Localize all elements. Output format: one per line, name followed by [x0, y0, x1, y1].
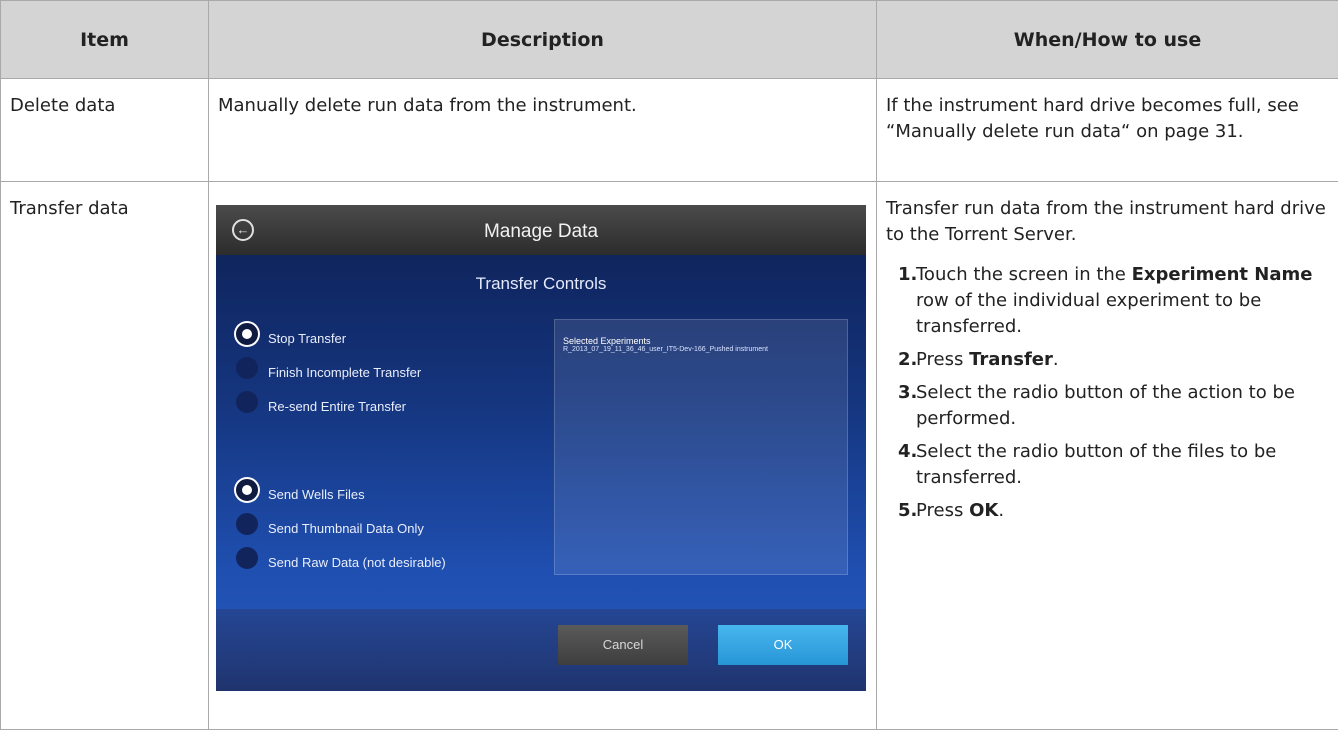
- step-text: Press: [916, 349, 969, 370]
- step-number: 4.: [898, 439, 917, 465]
- transfer-intro: Transfer run data from the instrument ha…: [886, 196, 1329, 248]
- step-bold: Transfer: [969, 349, 1053, 370]
- radio-label: Send Thumbnail Data Only: [268, 516, 424, 542]
- step-bold: OK: [969, 500, 998, 521]
- row-transfer-item: Transfer data: [1, 182, 209, 730]
- transfer-controls-title: Transfer Controls: [216, 271, 866, 297]
- step-text: Select the radio button of the action to…: [916, 382, 1295, 429]
- radio-unselected-icon: [236, 547, 258, 569]
- row-delete-how: If the instrument hard drive becomes ful…: [877, 79, 1338, 182]
- step-bold: Experiment Name: [1132, 264, 1313, 285]
- radio-selected-icon: [236, 323, 258, 345]
- step-text: row of the individual experiment to be t…: [916, 290, 1261, 337]
- table-row: Transfer data ← Manage Data Transfer Con…: [1, 182, 1338, 730]
- row-delete-item: Delete data: [1, 79, 209, 182]
- transfer-steps: 1.Touch the screen in the Experiment Nam…: [886, 262, 1329, 524]
- radio-unselected-icon: [236, 357, 258, 379]
- row-transfer-how: Transfer run data from the instrument ha…: [877, 182, 1338, 730]
- screenshot-title: Manage Data: [216, 219, 866, 245]
- table-row: Delete data Manually delete run data fro…: [1, 79, 1338, 182]
- radio-unselected-icon: [236, 513, 258, 535]
- step-number: 2.: [898, 347, 917, 373]
- manage-data-screenshot: ← Manage Data Transfer Controls Stop Tra…: [216, 205, 866, 691]
- radio-label: Stop Transfer: [268, 326, 346, 352]
- radio-unselected-icon: [236, 391, 258, 413]
- radio-label: Re-send Entire Transfer: [268, 394, 406, 420]
- step-number: 5.: [898, 498, 917, 524]
- radio-label: Send Wells Files: [268, 482, 365, 508]
- list-item: 2.Press Transfer.: [886, 347, 1329, 373]
- reference-table: Item Description When/How to use Delete …: [0, 0, 1338, 730]
- radio-label: Send Raw Data (not desirable): [268, 550, 446, 576]
- radio-selected-icon: [236, 479, 258, 501]
- step-number: 3.: [898, 380, 917, 406]
- selected-experiments-panel[interactable]: Selected Experiments R_2013_07_19_11_36_…: [554, 319, 848, 575]
- step-text: .: [998, 500, 1004, 521]
- cancel-button[interactable]: Cancel: [558, 625, 688, 665]
- list-item: 3.Select the radio button of the action …: [886, 380, 1329, 432]
- list-item: 1.Touch the screen in the Experiment Nam…: [886, 262, 1329, 340]
- table-header-row: Item Description When/How to use: [1, 1, 1338, 79]
- step-text: .: [1053, 349, 1059, 370]
- header-when-how: When/How to use: [877, 1, 1338, 79]
- ok-button[interactable]: OK: [718, 625, 848, 665]
- list-item: 5.Press OK.: [886, 498, 1329, 524]
- list-item: 4.Select the radio button of the files t…: [886, 439, 1329, 491]
- step-number: 1.: [898, 262, 917, 288]
- header-item: Item: [1, 1, 209, 79]
- step-text: Touch the screen in the: [916, 264, 1132, 285]
- step-text: Press: [916, 500, 969, 521]
- row-transfer-description: ← Manage Data Transfer Controls Stop Tra…: [209, 182, 877, 730]
- header-description: Description: [209, 1, 877, 79]
- step-text: Select the radio button of the files to …: [916, 441, 1276, 488]
- row-delete-description: Manually delete run data from the instru…: [209, 79, 877, 182]
- selected-experiment-name: R_2013_07_19_11_36_46_user_IT5-Dev-166_P…: [563, 337, 768, 363]
- radio-label: Finish Incomplete Transfer: [268, 360, 421, 386]
